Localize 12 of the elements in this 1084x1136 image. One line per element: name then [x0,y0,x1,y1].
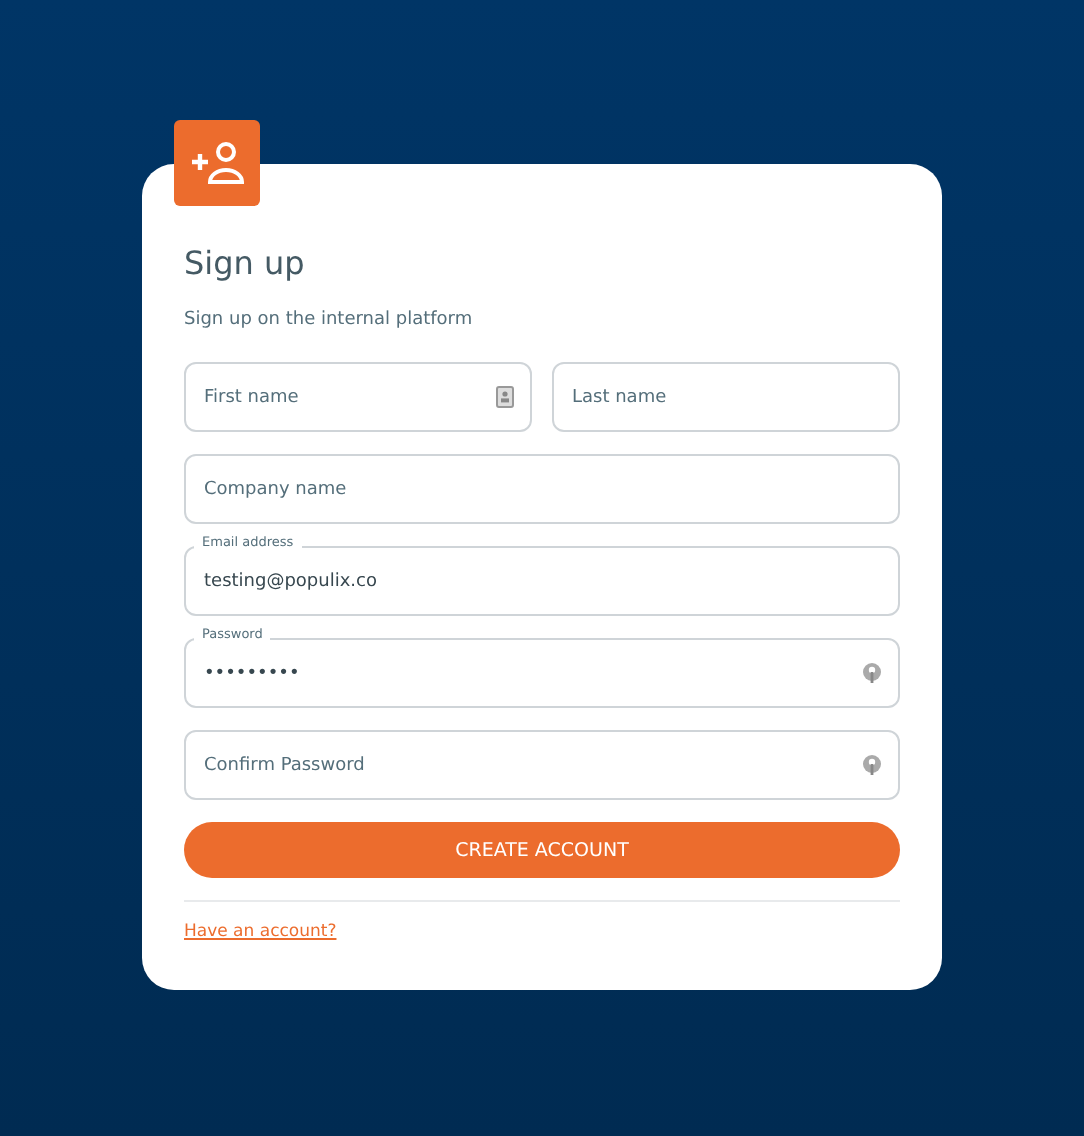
input-field[interactable]: testing@populix.co [184,546,900,616]
add-user-icon [187,139,247,187]
input-field[interactable]: Last name [552,362,900,432]
card-subtitle: Sign up on the internal platform [184,310,475,330]
input-field[interactable]: ••••••••• [184,638,900,708]
input-field[interactable]: First name [184,362,532,432]
key-icon[interactable] [862,662,882,684]
card-title: Sign up [184,244,307,282]
input-field[interactable]: Company name [184,454,900,524]
key-icon[interactable] [862,754,882,776]
input-field[interactable]: Confirm Password [184,730,900,800]
contact-card-icon[interactable] [496,386,514,408]
